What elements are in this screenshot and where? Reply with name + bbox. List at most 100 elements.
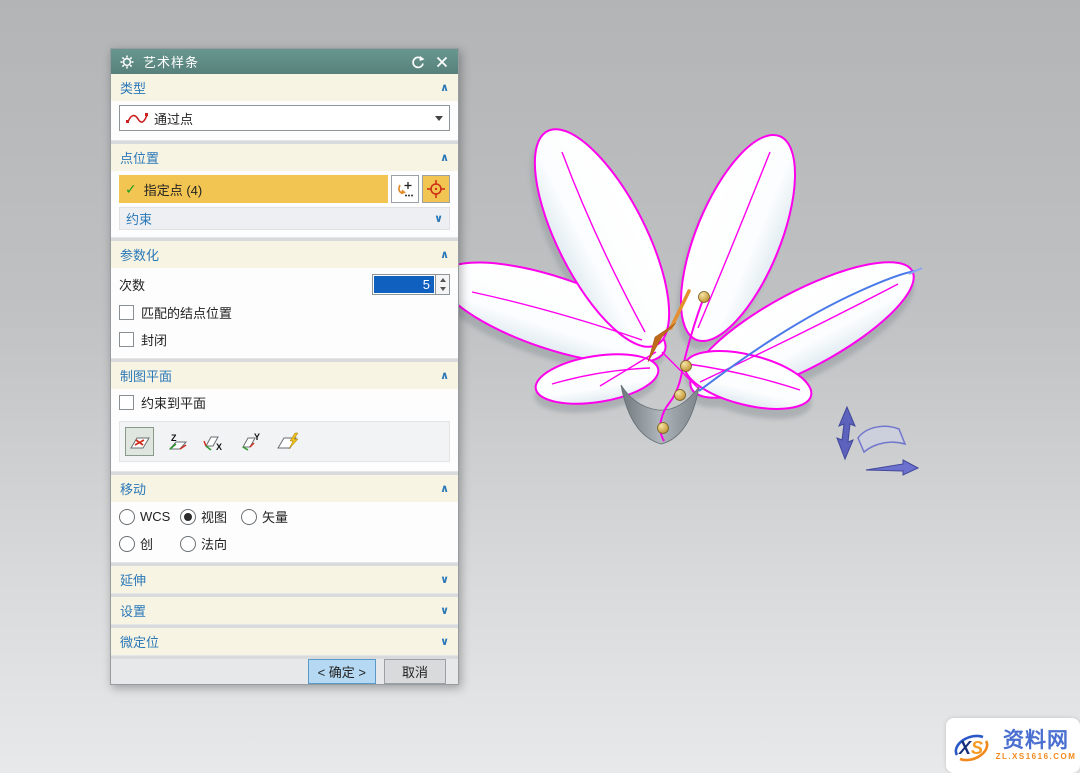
- plane-view-button[interactable]: [125, 427, 154, 456]
- view-plane-icon: [129, 432, 151, 452]
- group-micro-positioning: 微定位 ∨: [111, 628, 458, 656]
- group-extension-header[interactable]: 延伸 ∨: [111, 566, 458, 593]
- watermark-site-url: ZL.XS1616.COM: [996, 753, 1077, 761]
- x-plane-icon: X: [203, 432, 225, 452]
- group-settings-header[interactable]: 设置 ∨: [111, 597, 458, 624]
- crosshair-icon: [426, 179, 446, 199]
- degree-spin-down-button[interactable]: [436, 285, 449, 295]
- chevron-up-icon: ∧: [440, 482, 449, 495]
- group-drawing-plane: 制图平面 ∧ 约束到平面 Z: [111, 362, 458, 472]
- plane-x-button[interactable]: X: [199, 427, 228, 456]
- point-constructor-button[interactable]: [422, 175, 450, 203]
- radio-vector-label: 矢量: [262, 507, 288, 526]
- radio-icon: [119, 509, 135, 525]
- constrain-to-plane-checkbox[interactable]: [119, 395, 134, 410]
- specify-point-field[interactable]: ✓ 指定点 (4): [119, 175, 388, 203]
- radio-vector[interactable]: 矢量: [241, 507, 301, 526]
- type-dropdown[interactable]: 通过点: [119, 105, 450, 131]
- plane-z-button[interactable]: Z: [162, 427, 191, 456]
- radio-normal[interactable]: 法向: [180, 534, 240, 553]
- new-plane-icon: [276, 432, 300, 452]
- gear-icon[interactable]: [119, 54, 135, 70]
- flower-petals: [430, 111, 930, 422]
- watermark: XS 资料网 ZL.XS1616.COM: [946, 718, 1080, 773]
- radio-view-label: 视图: [201, 507, 227, 526]
- chevron-down-icon: ∨: [434, 212, 443, 225]
- z-plane-icon: Z: [166, 432, 188, 452]
- group-point-location: 点位置 ∧ ✓ 指定点 (4): [111, 144, 458, 238]
- chevron-up-icon: ∧: [440, 151, 449, 164]
- closed-label: 封闭: [141, 330, 167, 349]
- triangle-down-icon: [440, 287, 446, 291]
- radio-icon: [119, 536, 135, 552]
- type-dropdown-value: 通过点: [154, 109, 193, 128]
- ok-button[interactable]: < 确定 >: [308, 659, 376, 684]
- group-param-label: 参数化: [120, 245, 159, 264]
- group-settings: 设置 ∨: [111, 597, 458, 625]
- reset-button[interactable]: [410, 54, 426, 70]
- group-plane-header[interactable]: 制图平面 ∧: [111, 362, 458, 389]
- group-micro-header[interactable]: 微定位 ∨: [111, 628, 458, 655]
- group-extension: 延伸 ∨: [111, 566, 458, 594]
- check-icon: ✓: [125, 181, 137, 198]
- degree-value: 5: [374, 276, 434, 293]
- degree-input[interactable]: 5: [372, 274, 436, 295]
- group-move: 移动 ∧ WCS 视图 矢量 创 法向: [111, 475, 458, 563]
- group-move-header[interactable]: 移动 ∧: [111, 475, 458, 502]
- dropdown-arrow-icon: [435, 116, 443, 121]
- radio-chuang[interactable]: 创: [119, 534, 179, 553]
- group-type-header[interactable]: 类型 ∧: [111, 74, 458, 101]
- triangle-up-icon: [440, 278, 446, 282]
- group-micro-label: 微定位: [120, 632, 159, 651]
- radio-normal-label: 法向: [201, 534, 227, 553]
- control-point[interactable]: [675, 390, 686, 401]
- drag-handle-rotate[interactable]: [858, 426, 905, 452]
- closed-checkbox[interactable]: [119, 332, 134, 347]
- constrain-to-plane-label: 约束到平面: [141, 393, 206, 412]
- art-spline-dialog: 艺术样条 类型 ∧ 通过点: [110, 48, 459, 685]
- chevron-down-icon: ∨: [440, 573, 449, 586]
- control-point[interactable]: [658, 423, 669, 434]
- svg-text:X: X: [216, 442, 222, 452]
- group-point-label: 点位置: [120, 148, 159, 167]
- y-plane-icon: Y: [240, 432, 262, 452]
- radio-wcs[interactable]: WCS: [119, 509, 179, 525]
- svg-text:XS: XS: [958, 738, 983, 758]
- constraint-subheader[interactable]: 约束 ∨: [119, 207, 450, 230]
- group-extension-label: 延伸: [120, 570, 146, 589]
- point-dialog-button[interactable]: [391, 175, 419, 203]
- drag-handle-vertical[interactable]: [837, 407, 855, 459]
- control-point[interactable]: [681, 361, 692, 372]
- drag-handles: [837, 407, 918, 475]
- group-type: 类型 ∧ 通过点: [111, 74, 458, 141]
- close-button[interactable]: [434, 54, 450, 70]
- watermark-site-name: 资料网: [1003, 730, 1069, 751]
- cancel-button[interactable]: 取消: [384, 659, 446, 684]
- dialog-titlebar[interactable]: 艺术样条: [111, 49, 458, 74]
- degree-spin-up-button[interactable]: [436, 275, 449, 285]
- degree-label: 次数: [119, 275, 145, 294]
- radio-selected-icon: [180, 509, 196, 525]
- spline-through-points-icon: [126, 112, 149, 125]
- plane-new-button[interactable]: [273, 427, 302, 456]
- chevron-down-icon: ∨: [440, 604, 449, 617]
- group-move-label: 移动: [120, 479, 146, 498]
- group-parameterization: 参数化 ∧ 次数 5 匹配的结点位置 封闭: [111, 241, 458, 359]
- specify-point-label: 指定点 (4): [144, 180, 203, 199]
- group-param-header[interactable]: 参数化 ∧: [111, 241, 458, 268]
- group-plane-label: 制图平面: [120, 366, 172, 385]
- chevron-up-icon: ∧: [440, 369, 449, 382]
- plane-y-button[interactable]: Y: [236, 427, 265, 456]
- control-point[interactable]: [699, 292, 710, 303]
- radio-view[interactable]: 视图: [180, 507, 240, 526]
- radio-chuang-label: 创: [140, 534, 153, 553]
- group-point-header[interactable]: 点位置 ∧: [111, 144, 458, 171]
- radio-icon: [241, 509, 257, 525]
- svg-text:Y: Y: [254, 432, 260, 442]
- radio-icon: [180, 536, 196, 552]
- drag-handle-horizontal[interactable]: [866, 460, 918, 475]
- matched-knots-checkbox[interactable]: [119, 305, 134, 320]
- chevron-down-icon: ∨: [440, 635, 449, 648]
- watermark-logo-icon: XS: [950, 726, 992, 766]
- group-type-label: 类型: [120, 78, 146, 97]
